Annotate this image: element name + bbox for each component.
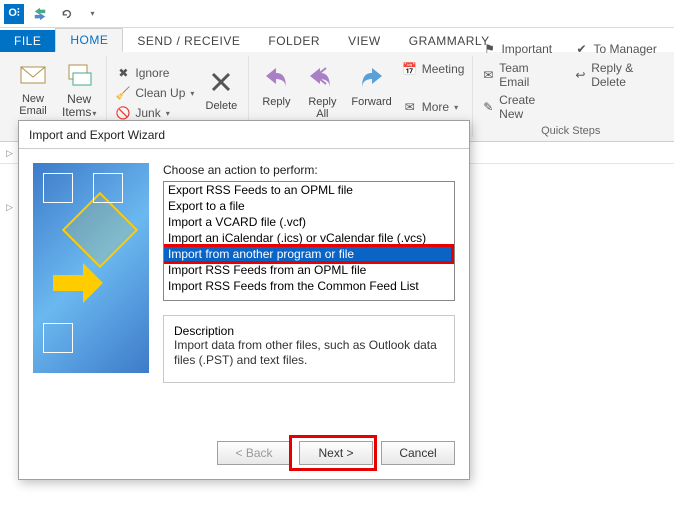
- manager-icon: ✔: [573, 41, 589, 57]
- meeting-icon: 📅: [402, 61, 418, 77]
- group-quick-steps: ⚑Important ✉Team Email ✎Create New ✔To M…: [473, 56, 668, 137]
- wizard-prompt: Choose an action to perform:: [163, 163, 455, 177]
- import-export-wizard-dialog: Import and Export Wizard Choose an actio…: [18, 120, 470, 480]
- cleanup-icon: 🧹: [115, 85, 131, 101]
- new-items-icon: [63, 59, 95, 91]
- list-item-selected[interactable]: Import from another program or file: [164, 246, 454, 262]
- delete-button[interactable]: Delete: [200, 64, 242, 114]
- qs-team-email[interactable]: ✉Team Email: [479, 60, 555, 90]
- expand-tri-icon-2[interactable]: ▷: [6, 202, 13, 213]
- qat-sendreceive-icon[interactable]: [30, 4, 50, 24]
- junk-icon: 🚫: [115, 105, 131, 121]
- back-button: < Back: [217, 441, 291, 465]
- reply-icon: [260, 62, 292, 94]
- expand-tri-icon[interactable]: ▷: [6, 148, 13, 159]
- list-item[interactable]: Export RSS Feeds to an OPML file: [164, 182, 454, 198]
- titlebar: O⫶ ▾: [0, 0, 674, 28]
- app-icon: O⫶: [4, 4, 24, 24]
- list-item[interactable]: Import RSS Feeds from the Common Feed Li…: [164, 278, 454, 294]
- tab-folder[interactable]: FOLDER: [254, 30, 334, 52]
- list-item[interactable]: Export to a file: [164, 198, 454, 214]
- dialog-title: Import and Export Wizard: [19, 121, 469, 149]
- qs-important[interactable]: ⚑Important: [479, 40, 555, 58]
- meeting-button[interactable]: 📅 Meeting: [400, 60, 467, 78]
- tab-view[interactable]: VIEW: [334, 30, 395, 52]
- qat-customize-icon[interactable]: ▾: [82, 4, 102, 24]
- tab-home[interactable]: HOME: [55, 28, 123, 52]
- list-item[interactable]: Import a VCARD file (.vcf): [164, 214, 454, 230]
- flag-icon: ⚑: [481, 41, 497, 57]
- wizard-artwork: [33, 163, 149, 373]
- undo-icon[interactable]: [56, 4, 76, 24]
- clean-up-button[interactable]: 🧹 Clean Up▾: [113, 84, 196, 102]
- more-icon: ✉: [402, 99, 418, 115]
- action-listbox[interactable]: Export RSS Feeds to an OPML file Export …: [163, 181, 455, 301]
- description-box: Description Import data from other files…: [163, 315, 455, 383]
- quick-steps-label: Quick Steps: [479, 122, 662, 137]
- reply-all-icon: [306, 62, 338, 94]
- create-icon: ✎: [481, 99, 495, 115]
- forward-icon: [356, 62, 388, 94]
- next-button[interactable]: Next >: [299, 441, 373, 465]
- reply-delete-icon: ↩: [573, 67, 587, 83]
- reply-button[interactable]: Reply: [255, 60, 297, 110]
- new-email-button[interactable]: New Email: [12, 57, 54, 119]
- ignore-button[interactable]: ✖ Ignore: [113, 64, 196, 82]
- forward-button[interactable]: Forward: [347, 60, 395, 110]
- description-text: Import data from other files, such as Ou…: [174, 338, 444, 368]
- cancel-button[interactable]: Cancel: [381, 441, 455, 465]
- more-respond-button[interactable]: ✉ More▾: [400, 98, 467, 116]
- ignore-icon: ✖: [115, 65, 131, 81]
- tab-file[interactable]: FILE: [0, 30, 55, 52]
- list-item[interactable]: Import an iCalendar (.ics) or vCalendar …: [164, 230, 454, 246]
- qs-to-manager[interactable]: ✔To Manager: [571, 40, 662, 58]
- new-items-button[interactable]: New Items▾: [58, 57, 100, 122]
- tab-send-receive[interactable]: SEND / RECEIVE: [123, 30, 254, 52]
- reply-all-button[interactable]: Reply All: [301, 60, 343, 122]
- list-item[interactable]: Import RSS Feeds from an OPML file: [164, 262, 454, 278]
- mail-icon: [17, 59, 49, 91]
- qs-reply-delete[interactable]: ↩Reply & Delete: [571, 60, 662, 90]
- qs-create-new[interactable]: ✎Create New: [479, 92, 555, 122]
- team-icon: ✉: [481, 67, 495, 83]
- description-label: Description: [174, 324, 234, 338]
- delete-icon: [205, 66, 237, 98]
